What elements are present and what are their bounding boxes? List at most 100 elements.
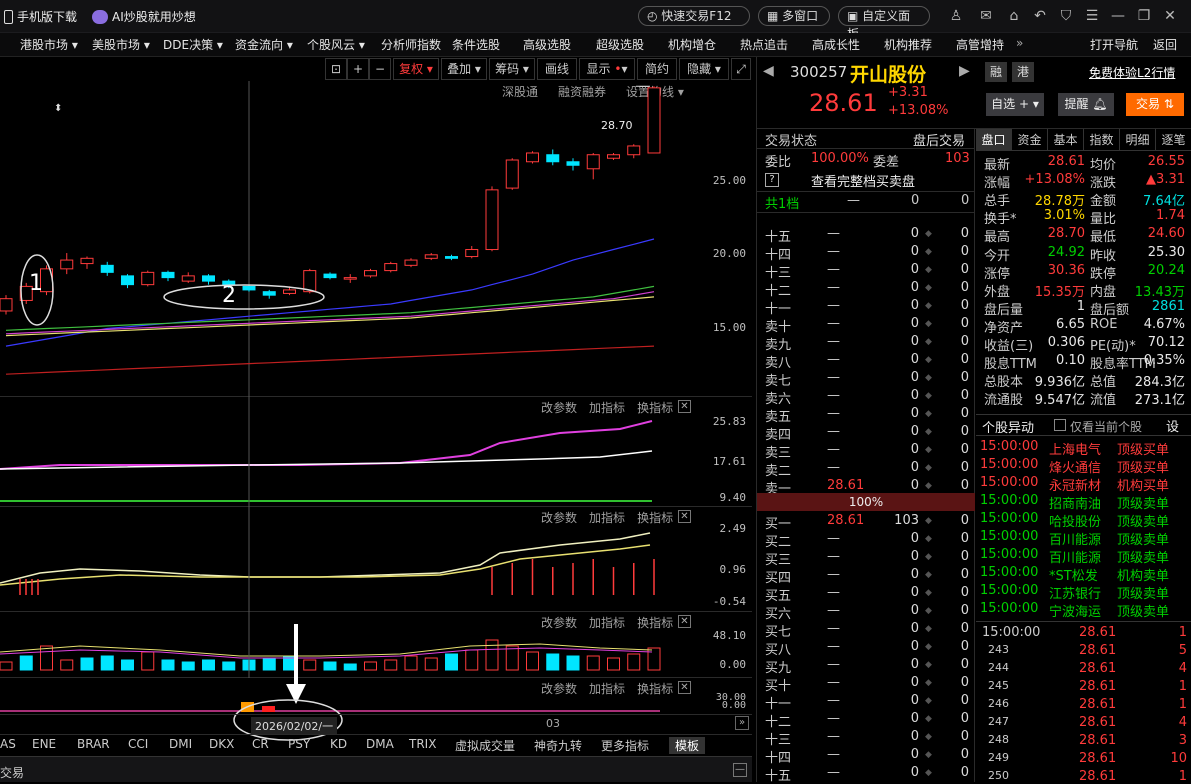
l2-trial-link[interactable]: 免费体验L2行情 xyxy=(1089,64,1175,81)
alert-button[interactable]: 提醒 🔔︎ xyxy=(1058,93,1114,116)
fuquan-button[interactable]: 复权 ▾ xyxy=(393,58,439,80)
nav-item[interactable]: 港股市场 ▾ xyxy=(20,36,78,53)
nav-item[interactable]: DDE决策 ▾ xyxy=(163,36,223,53)
draw-button[interactable]: 画线 xyxy=(537,58,577,80)
indicator-tab[interactable]: KD xyxy=(330,737,347,751)
zoom-in-icon[interactable]: + xyxy=(347,58,369,80)
nav-item[interactable]: 分析师指数 xyxy=(381,36,441,53)
user-icon[interactable]: ♙ xyxy=(946,6,966,26)
chips-button[interactable]: 筹码 ▾ xyxy=(489,58,535,80)
indicator-tab[interactable]: PSY xyxy=(288,737,310,751)
quote-value: 24.60 xyxy=(1147,226,1185,242)
quote-tab[interactable]: 指数 xyxy=(1084,129,1120,151)
trade-panel-label[interactable]: 交易 xyxy=(0,764,24,781)
add-watchlist-button[interactable]: 自选 + ▾ xyxy=(986,93,1044,116)
ai-promo-link[interactable]: AI炒股就用炒想 xyxy=(92,8,196,25)
quick-trade-button[interactable]: ◴ 快速交易F12 xyxy=(638,6,750,26)
indicator-tab[interactable]: TRIX xyxy=(409,737,436,751)
shirt-icon[interactable]: ⛉ xyxy=(1056,6,1076,26)
display-button[interactable]: 显示 •▾ xyxy=(579,58,635,80)
indicator-panel-2[interactable]: 改参数 加指标 换指标 ✕ 2.49 0.96 -0.54 xyxy=(0,507,752,612)
indicator-tab[interactable]: 模板 xyxy=(669,737,706,754)
indicator-tab[interactable]: DKX xyxy=(209,737,234,751)
help-icon[interactable]: ? xyxy=(765,173,779,187)
event-row[interactable]: 15:00:00 哈投股份 顶级卖单 xyxy=(976,510,1191,530)
nav-item[interactable]: 资金流向 ▾ xyxy=(235,36,293,53)
minimize-icon[interactable]: — xyxy=(733,763,747,777)
quote-tab[interactable]: 逐笔 xyxy=(1156,129,1191,151)
indicator-tab[interactable]: CR xyxy=(252,737,269,751)
custom-panel-button[interactable]: ▣ 自定义面板 xyxy=(838,6,930,41)
simple-button[interactable]: 简约 xyxy=(637,58,677,80)
quote-value: 9.547亿 xyxy=(1034,393,1085,409)
quote-tab[interactable]: 盘口 xyxy=(976,129,1012,151)
undo-icon[interactable]: ↶ xyxy=(1030,6,1050,26)
prev-stock-icon[interactable]: ◀ xyxy=(763,63,774,79)
event-row[interactable]: 15:00:00 百川能源 顶级卖单 xyxy=(976,528,1191,548)
event-row[interactable]: 15:00:00 永冠新材 机构买单 xyxy=(976,474,1191,494)
full-book-link[interactable]: 查看完整档买卖盘 xyxy=(811,171,915,190)
event-row[interactable]: 15:00:00 百川能源 顶级卖单 xyxy=(976,546,1191,566)
only-current-checkbox[interactable] xyxy=(1054,419,1066,431)
zoom-out-icon[interactable]: − xyxy=(369,58,391,80)
event-row[interactable]: 15:00:00 江苏银行 顶级卖单 xyxy=(976,582,1191,602)
level-volume: 0 xyxy=(910,729,919,744)
close-icon[interactable]: ✕ xyxy=(1160,6,1180,26)
event-row[interactable]: 15:00:00 宁波海运 顶级卖单 xyxy=(976,600,1191,620)
margin-tag[interactable]: 融 xyxy=(985,62,1007,82)
event-row[interactable]: 15:00:00 上海电气 顶级买单 xyxy=(976,438,1191,458)
nav-item[interactable]: 条件选股 xyxy=(452,36,500,53)
mail-icon[interactable]: ✉ xyxy=(976,6,996,26)
hk-tag[interactable]: 港 xyxy=(1012,62,1034,82)
expand-icon[interactable]: » xyxy=(735,716,749,730)
level-volume: 0 xyxy=(910,388,919,403)
quote-tab[interactable]: 明细 xyxy=(1120,129,1156,151)
candlestick-chart[interactable] xyxy=(0,81,752,397)
nav-item[interactable]: 高级选股 xyxy=(523,36,571,53)
next-stock-icon[interactable]: ▶ xyxy=(959,63,970,79)
restore-icon[interactable]: ❐ xyxy=(1134,6,1154,26)
indicator-tab[interactable]: ENE xyxy=(32,737,56,751)
nav-item[interactable]: 热点追击 xyxy=(740,36,788,53)
events-settings-button[interactable]: 设 xyxy=(1166,416,1179,435)
nav-item[interactable]: 高管增持 xyxy=(956,36,1004,53)
open-nav-link[interactable]: 打开导航 xyxy=(1090,36,1138,53)
nav-item[interactable]: 机构增仓 xyxy=(668,36,716,53)
event-row[interactable]: 15:00:00 招商南油 顶级卖单 xyxy=(976,492,1191,512)
indicator-tab[interactable]: DMA xyxy=(366,737,394,751)
indicator-panel-3[interactable]: 改参数 加指标 换指标 ✕ 48.10 0.00 xyxy=(0,612,752,678)
event-row[interactable]: 15:00:00 *ST松发 机构卖单 xyxy=(976,564,1191,584)
nav-item[interactable]: 美股市场 ▾ xyxy=(92,36,150,53)
multi-window-button[interactable]: ▦ 多窗口 xyxy=(758,6,830,26)
nav-item[interactable]: 超级选股 xyxy=(596,36,644,53)
mobile-download-link[interactable]: 手机版下载 xyxy=(4,8,77,25)
indicator-panel-1[interactable]: 改参数 加指标 换指标 ✕ 25.83 17.61 9.40 xyxy=(0,397,752,507)
indicator-tab[interactable]: 虚拟成交量 xyxy=(455,737,515,754)
event-row[interactable]: 15:00:00 烽火通信 顶级买单 xyxy=(976,456,1191,476)
nav-item[interactable]: 个股风云 ▾ xyxy=(307,36,365,53)
indicator-tab[interactable]: AS xyxy=(0,737,16,751)
quote-tab[interactable]: 资金 xyxy=(1012,129,1048,151)
quote-row: 换手* 3.01% 量比 1.74 xyxy=(980,207,1191,227)
only-current-label[interactable]: 仅看当前个股 xyxy=(1070,418,1142,435)
main-chart-panel[interactable]: 深股通 融资融券 设置均线 ▾ 25.00 20.00 15.00 28.70 … xyxy=(0,81,752,397)
minimize-icon[interactable]: — xyxy=(1108,6,1128,26)
nav-item[interactable]: 高成长性 xyxy=(812,36,860,53)
indicator-tab[interactable]: 神奇九转 xyxy=(534,737,582,754)
indicator-tab[interactable]: BRAR xyxy=(77,737,110,751)
menu-icon[interactable]: ☰ xyxy=(1082,6,1102,26)
back-link[interactable]: 返回 xyxy=(1153,36,1177,53)
hide-button[interactable]: 隐藏 ▾ xyxy=(679,58,729,80)
indicator-tab[interactable]: CCI xyxy=(128,737,148,751)
quote-tab[interactable]: 基本 xyxy=(1048,129,1084,151)
fullscreen-icon[interactable]: ⤢ xyxy=(731,58,751,80)
nav-more[interactable]: » xyxy=(1016,36,1023,50)
home-icon[interactable]: ⌂ xyxy=(1004,6,1024,26)
indicator-panel-4[interactable]: 改参数 加指标 换指标 ✕ 30.00 0.00 xyxy=(0,678,752,714)
overlay-button[interactable]: 叠加 ▾ xyxy=(441,58,487,80)
indicator-tab[interactable]: DMI xyxy=(169,737,192,751)
indicator-tab[interactable]: 更多指标 xyxy=(601,737,649,754)
trade-button[interactable]: 交易 ⇅ xyxy=(1126,93,1184,116)
lock-icon[interactable]: ⊡ xyxy=(325,58,347,80)
nav-item[interactable]: 机构推荐 xyxy=(884,36,932,53)
